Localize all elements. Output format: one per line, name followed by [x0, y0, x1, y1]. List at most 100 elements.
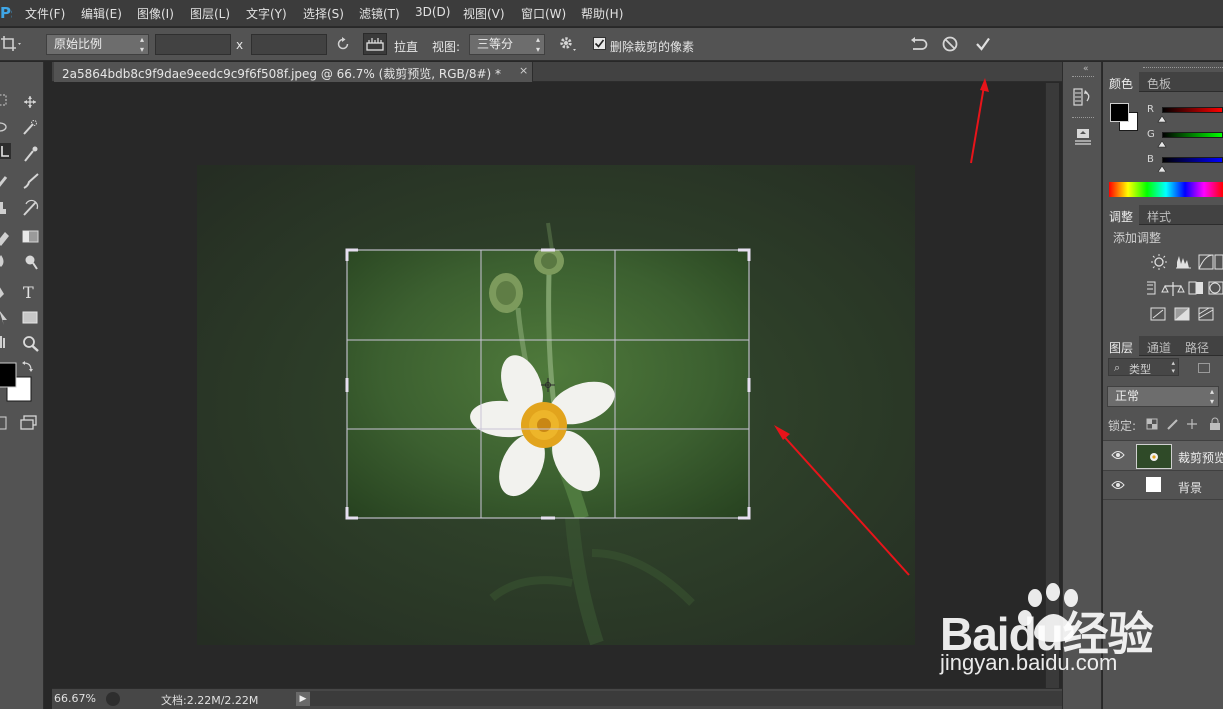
menu-layer[interactable]: 图层(L)	[190, 5, 230, 22]
lock-position-icon	[1187, 419, 1197, 429]
strip-grip	[1072, 76, 1094, 79]
color-panel-tabs: 颜色 色板	[1103, 72, 1223, 92]
marquee-tool-icon	[0, 94, 7, 106]
eye-icon[interactable]	[1111, 480, 1125, 490]
view-overlay-dropdown[interactable]: 三等分 ▴ ▾	[469, 34, 545, 55]
layer-filter-value: 类型	[1129, 363, 1151, 376]
width-field[interactable]	[155, 34, 231, 55]
lock-all-icon	[1210, 417, 1220, 430]
by-sign: x	[236, 38, 244, 52]
baidu-jingyan-watermark: Baidu经验 jingyan.baidu.com	[940, 580, 1223, 680]
slider-thumbs	[1157, 115, 1167, 172]
menu-window[interactable]: 窗口(W)	[521, 5, 566, 22]
tab-color[interactable]: 颜色	[1103, 72, 1140, 92]
eraser-tool-icon	[0, 232, 9, 246]
menu-help[interactable]: 帮助(H)	[581, 5, 623, 22]
ratio-dropdown[interactable]: 原始比例 ▴ ▾	[46, 34, 149, 55]
pen-tool-icon	[0, 287, 4, 298]
healing-brush-tool-icon	[0, 176, 8, 187]
menu-edit[interactable]: 编辑(E)	[81, 5, 122, 22]
menu-3d[interactable]: 3D(D)	[415, 5, 450, 19]
options-bar: 原始比例 ▴ ▾ x 拉直 视图: 三等分 ▴ ▾ 删除裁剪的像素	[0, 28, 1223, 61]
lock-label: 锁定:	[1108, 419, 1137, 433]
lasso-tool-icon	[0, 122, 7, 132]
dropdown-arrows-icon: ▴ ▾	[1209, 387, 1214, 406]
menu-select[interactable]: 选择(S)	[303, 5, 344, 22]
document-tab[interactable]: 2a5864bdb8c9f9dae9eedc9c9f6f508f.jpeg @ …	[54, 62, 533, 82]
layer-row-background[interactable]: 背景	[1103, 470, 1223, 500]
hand-tool-icon	[0, 336, 5, 348]
strip-grip	[1072, 117, 1094, 120]
layer-name: 背景	[1178, 481, 1203, 495]
tab-channels[interactable]: 通道	[1141, 336, 1177, 356]
lock-icons	[1146, 417, 1220, 430]
blend-mode-dropdown[interactable]: 正常 ▴ ▾	[1107, 386, 1219, 407]
menu-image[interactable]: 图像(I)	[137, 5, 174, 22]
invert-icon	[1150, 307, 1166, 321]
photo-filter-icon	[1208, 281, 1223, 295]
horizontal-scrollbar[interactable]	[310, 691, 1062, 706]
collapse-panels-icon[interactable]: «	[1083, 64, 1089, 74]
swap-dimensions-icon[interactable]	[332, 33, 354, 55]
color-balance-icon	[1161, 282, 1185, 296]
quick-mask-icon	[0, 416, 7, 430]
adjustment-icons	[1147, 254, 1223, 321]
height-field[interactable]	[251, 34, 327, 55]
reset-crop-icon[interactable]	[908, 33, 930, 55]
screen-mode-icon	[20, 415, 37, 430]
tab-paths[interactable]: 路径	[1179, 336, 1215, 356]
layer-name: 裁剪预览	[1178, 451, 1223, 465]
tab-styles[interactable]: 样式	[1141, 205, 1177, 225]
dodge-tool-icon	[25, 255, 38, 270]
lock-pixels-icon	[1167, 419, 1178, 430]
levels-icon	[1176, 256, 1191, 269]
close-icon[interactable]: ×	[519, 64, 528, 77]
canvas-area[interactable]	[52, 83, 1045, 688]
exposure-icon	[1214, 254, 1223, 270]
path-selection-tool-icon	[0, 311, 7, 325]
properties-panel-icon[interactable]	[1071, 126, 1095, 148]
menu-filter[interactable]: 滤镜(T)	[359, 5, 400, 22]
menu-type[interactable]: 文字(Y)	[246, 5, 287, 22]
layer-filter-dropdown[interactable]: ⌕ 类型 ▴ ▾	[1108, 358, 1179, 376]
commit-crop-icon[interactable]	[972, 33, 994, 55]
swap-colors-icon	[22, 361, 33, 372]
view-overlay-value: 三等分	[477, 37, 514, 51]
rectangle-tool-icon	[22, 311, 38, 324]
crop-tool-preset-icon[interactable]	[0, 33, 22, 55]
zoom-level[interactable]: 66.67%	[54, 692, 96, 705]
straighten-icon[interactable]	[363, 33, 387, 55]
tab-layers[interactable]: 图层	[1103, 336, 1140, 356]
menu-file[interactable]: 文件(F)	[25, 5, 65, 22]
gear-icon[interactable]	[556, 33, 578, 55]
delete-cropped-checkbox[interactable]	[593, 37, 606, 50]
photoshop-logo-icon: Ps	[0, 4, 12, 22]
cancel-crop-icon[interactable]	[939, 33, 961, 55]
eye-icon[interactable]	[1111, 450, 1125, 460]
vibrance-icon	[1147, 281, 1156, 295]
tools-panel: T	[0, 62, 44, 709]
tab-swatches[interactable]: 色板	[1141, 72, 1177, 92]
menu-view[interactable]: 视图(V)	[463, 5, 505, 22]
lock-transparent-icon	[1146, 418, 1158, 430]
ratio-value: 原始比例	[54, 37, 103, 51]
tab-adjustments[interactable]: 调整	[1103, 205, 1140, 225]
image-filter-icon[interactable]	[1198, 363, 1210, 373]
foreground-color-swatch	[0, 362, 17, 388]
blend-mode-value: 正常	[1115, 389, 1140, 403]
layer-row-crop-preview[interactable]: 裁剪预览	[1103, 440, 1223, 470]
history-panel-icon[interactable]	[1071, 87, 1095, 107]
color-spectrum-bar[interactable]	[1109, 182, 1223, 197]
menu-bar: Ps 文件(F) 编辑(E) 图像(I) 图层(L) 文字(Y) 选择(S) 滤…	[0, 0, 1223, 27]
add-adjustment-heading: 添加调整	[1113, 231, 1162, 245]
status-menu-icon[interactable]	[106, 692, 120, 706]
straighten-label[interactable]: 拉直	[394, 38, 418, 55]
zoom-tool-icon	[23, 336, 39, 352]
annotation-arrow-commit	[970, 78, 989, 164]
blur-tool-icon	[0, 255, 4, 267]
brightness-contrast-icon	[1151, 254, 1167, 270]
gradient-map-icon	[1198, 307, 1214, 321]
view-label: 视图:	[432, 40, 461, 54]
canvas-svg	[197, 165, 915, 646]
play-arrow-icon[interactable]: ▶	[296, 692, 310, 706]
